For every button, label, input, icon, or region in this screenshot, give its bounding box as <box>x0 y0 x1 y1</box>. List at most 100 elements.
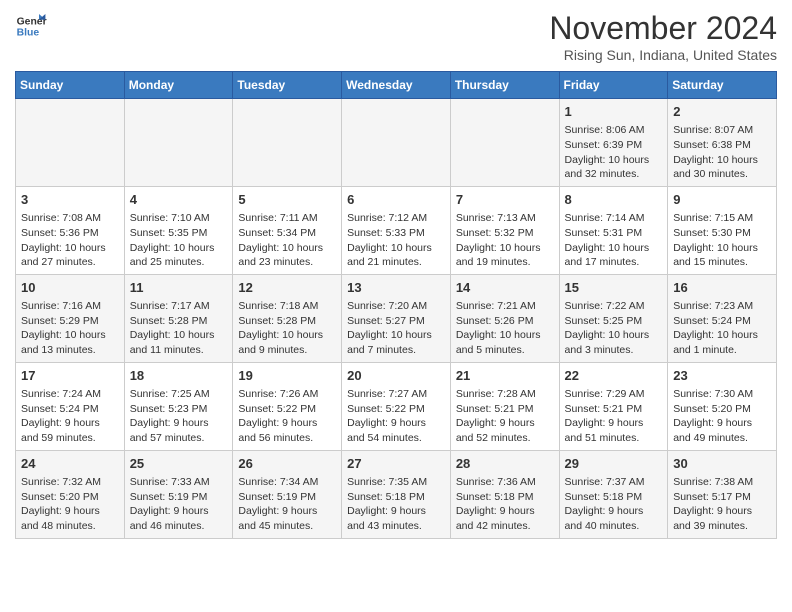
day-cell-1-6: 9Sunrise: 7:15 AM Sunset: 5:30 PM Daylig… <box>668 186 777 274</box>
day-cell-1-1: 4 Sunrise: 7:10 AM Sunset: 5:35 PM Daylig… <box>124 186 233 274</box>
day-number: 23 <box>673 367 771 385</box>
day-cell-0-5: 1Sunrise: 8:06 AM Sunset: 6:39 PM Daylig… <box>559 99 668 187</box>
day-cell-1-2: 5 Sunrise: 7:11 AM Sunset: 5:34 PM Daylig… <box>233 186 342 274</box>
day-cell-3-0: 17 Sunrise: 7:24 AM Sunset: 5:24 PM Dayli… <box>16 362 125 450</box>
week-row-2: 3Sunrise: 7:08 AM Sunset: 5:36 PM Daylig… <box>16 186 777 274</box>
day-number: 15 <box>565 279 663 297</box>
col-monday: Monday <box>124 72 233 99</box>
day-number: 16 <box>673 279 771 297</box>
day-info: Sunrise: 7:26 AM Sunset: 5:22 PM Dayligh… <box>238 387 336 446</box>
day-info: Sunrise: 7:20 AM Sunset: 5:27 PM Dayligh… <box>347 299 445 358</box>
col-tuesday: Tuesday <box>233 72 342 99</box>
day-cell-2-2: 12 Sunrise: 7:18 AM Sunset: 5:28 PM Dayli… <box>233 274 342 362</box>
calendar-header-row: Sunday Monday Tuesday Wednesday Thursday… <box>16 72 777 99</box>
day-cell-4-6: 30 Sunrise: 7:38 AM Sunset: 5:17 PM Dayli… <box>668 450 777 538</box>
day-cell-2-3: 13 Sunrise: 7:20 AM Sunset: 5:27 PM Dayli… <box>342 274 451 362</box>
day-info: Sunrise: 8:06 AM Sunset: 6:39 PM Dayligh… <box>565 123 663 182</box>
day-number: 10 <box>21 279 119 297</box>
day-info: Sunrise: 7:24 AM Sunset: 5:24 PM Dayligh… <box>21 387 119 446</box>
day-cell-0-2 <box>233 99 342 187</box>
day-cell-2-5: 15 Sunrise: 7:22 AM Sunset: 5:25 PM Dayli… <box>559 274 668 362</box>
day-info: Sunrise: 7:21 AM Sunset: 5:26 PM Dayligh… <box>456 299 554 358</box>
day-info: Sunrise: 7:38 AM Sunset: 5:17 PM Dayligh… <box>673 475 771 534</box>
day-cell-1-4: 7Sunrise: 7:13 AM Sunset: 5:32 PM Daylig… <box>450 186 559 274</box>
day-info: Sunrise: 7:17 AM Sunset: 5:28 PM Dayligh… <box>130 299 228 358</box>
day-cell-4-5: 29 Sunrise: 7:37 AM Sunset: 5:18 PM Dayli… <box>559 450 668 538</box>
location-subtitle: Rising Sun, Indiana, United States <box>549 47 777 63</box>
col-sunday: Sunday <box>16 72 125 99</box>
calendar-table: Sunday Monday Tuesday Wednesday Thursday… <box>15 71 777 539</box>
day-info: Sunrise: 7:14 AM Sunset: 5:31 PM Dayligh… <box>565 211 663 270</box>
day-info: Sunrise: 7:11 AM Sunset: 5:34 PM Dayligh… <box>238 211 336 270</box>
day-info: Sunrise: 7:12 AM Sunset: 5:33 PM Dayligh… <box>347 211 445 270</box>
week-row-1: 1Sunrise: 8:06 AM Sunset: 6:39 PM Daylig… <box>16 99 777 187</box>
day-info: Sunrise: 7:32 AM Sunset: 5:20 PM Dayligh… <box>21 475 119 534</box>
day-number: 21 <box>456 367 554 385</box>
day-cell-0-4 <box>450 99 559 187</box>
day-number: 30 <box>673 455 771 473</box>
day-cell-3-6: 23 Sunrise: 7:30 AM Sunset: 5:20 PM Dayli… <box>668 362 777 450</box>
day-number: 9 <box>673 191 771 209</box>
day-number: 26 <box>238 455 336 473</box>
day-number: 14 <box>456 279 554 297</box>
day-info: Sunrise: 7:30 AM Sunset: 5:20 PM Dayligh… <box>673 387 771 446</box>
day-number: 18 <box>130 367 228 385</box>
day-number: 6 <box>347 191 445 209</box>
week-row-3: 10Sunrise: 7:16 AM Sunset: 5:29 PM Dayli… <box>16 274 777 362</box>
day-number: 27 <box>347 455 445 473</box>
day-cell-2-0: 10Sunrise: 7:16 AM Sunset: 5:29 PM Dayli… <box>16 274 125 362</box>
day-number: 4 <box>130 191 228 209</box>
day-info: Sunrise: 7:22 AM Sunset: 5:25 PM Dayligh… <box>565 299 663 358</box>
day-info: Sunrise: 7:10 AM Sunset: 5:35 PM Dayligh… <box>130 211 228 270</box>
day-number: 22 <box>565 367 663 385</box>
day-number: 5 <box>238 191 336 209</box>
day-info: Sunrise: 7:28 AM Sunset: 5:21 PM Dayligh… <box>456 387 554 446</box>
day-cell-3-2: 19 Sunrise: 7:26 AM Sunset: 5:22 PM Dayli… <box>233 362 342 450</box>
day-cell-2-1: 11 Sunrise: 7:17 AM Sunset: 5:28 PM Dayli… <box>124 274 233 362</box>
week-row-5: 24Sunrise: 7:32 AM Sunset: 5:20 PM Dayli… <box>16 450 777 538</box>
logo-icon: General Blue <box>15 10 47 42</box>
day-number: 13 <box>347 279 445 297</box>
title-block: November 2024 Rising Sun, Indiana, Unite… <box>549 10 777 63</box>
day-cell-2-6: 16 Sunrise: 7:23 AM Sunset: 5:24 PM Dayli… <box>668 274 777 362</box>
day-cell-1-5: 8 Sunrise: 7:14 AM Sunset: 5:31 PM Daylig… <box>559 186 668 274</box>
day-info: Sunrise: 7:23 AM Sunset: 5:24 PM Dayligh… <box>673 299 771 358</box>
day-info: Sunrise: 7:37 AM Sunset: 5:18 PM Dayligh… <box>565 475 663 534</box>
week-row-4: 17 Sunrise: 7:24 AM Sunset: 5:24 PM Dayli… <box>16 362 777 450</box>
day-number: 25 <box>130 455 228 473</box>
col-wednesday: Wednesday <box>342 72 451 99</box>
day-info: Sunrise: 7:29 AM Sunset: 5:21 PM Dayligh… <box>565 387 663 446</box>
day-info: Sunrise: 7:25 AM Sunset: 5:23 PM Dayligh… <box>130 387 228 446</box>
day-cell-2-4: 14 Sunrise: 7:21 AM Sunset: 5:26 PM Dayli… <box>450 274 559 362</box>
day-number: 3 <box>21 191 119 209</box>
day-cell-4-2: 26 Sunrise: 7:34 AM Sunset: 5:19 PM Dayli… <box>233 450 342 538</box>
day-number: 17 <box>21 367 119 385</box>
day-info: Sunrise: 7:18 AM Sunset: 5:28 PM Dayligh… <box>238 299 336 358</box>
day-cell-3-1: 18 Sunrise: 7:25 AM Sunset: 5:23 PM Dayli… <box>124 362 233 450</box>
day-info: Sunrise: 7:33 AM Sunset: 5:19 PM Dayligh… <box>130 475 228 534</box>
day-number: 12 <box>238 279 336 297</box>
day-number: 2 <box>673 103 771 121</box>
day-cell-0-1 <box>124 99 233 187</box>
svg-text:Blue: Blue <box>17 28 40 39</box>
day-number: 19 <box>238 367 336 385</box>
day-info: Sunrise: 7:34 AM Sunset: 5:19 PM Dayligh… <box>238 475 336 534</box>
day-info: Sunrise: 7:36 AM Sunset: 5:18 PM Dayligh… <box>456 475 554 534</box>
day-cell-3-3: 20Sunrise: 7:27 AM Sunset: 5:22 PM Dayli… <box>342 362 451 450</box>
page-header: General Blue November 2024 Rising Sun, I… <box>15 10 777 63</box>
day-number: 29 <box>565 455 663 473</box>
day-number: 11 <box>130 279 228 297</box>
logo: General Blue <box>15 10 47 42</box>
day-cell-4-1: 25 Sunrise: 7:33 AM Sunset: 5:19 PM Dayli… <box>124 450 233 538</box>
day-number: 28 <box>456 455 554 473</box>
day-cell-1-3: 6 Sunrise: 7:12 AM Sunset: 5:33 PM Daylig… <box>342 186 451 274</box>
day-cell-3-4: 21 Sunrise: 7:28 AM Sunset: 5:21 PM Dayli… <box>450 362 559 450</box>
day-number: 8 <box>565 191 663 209</box>
day-cell-0-3 <box>342 99 451 187</box>
day-cell-4-4: 28 Sunrise: 7:36 AM Sunset: 5:18 PM Dayli… <box>450 450 559 538</box>
day-info: Sunrise: 8:07 AM Sunset: 6:38 PM Dayligh… <box>673 123 771 182</box>
day-cell-0-6: 2 Sunrise: 8:07 AM Sunset: 6:38 PM Daylig… <box>668 99 777 187</box>
day-cell-4-3: 27Sunrise: 7:35 AM Sunset: 5:18 PM Dayli… <box>342 450 451 538</box>
day-cell-1-0: 3Sunrise: 7:08 AM Sunset: 5:36 PM Daylig… <box>16 186 125 274</box>
day-cell-3-5: 22 Sunrise: 7:29 AM Sunset: 5:21 PM Dayli… <box>559 362 668 450</box>
